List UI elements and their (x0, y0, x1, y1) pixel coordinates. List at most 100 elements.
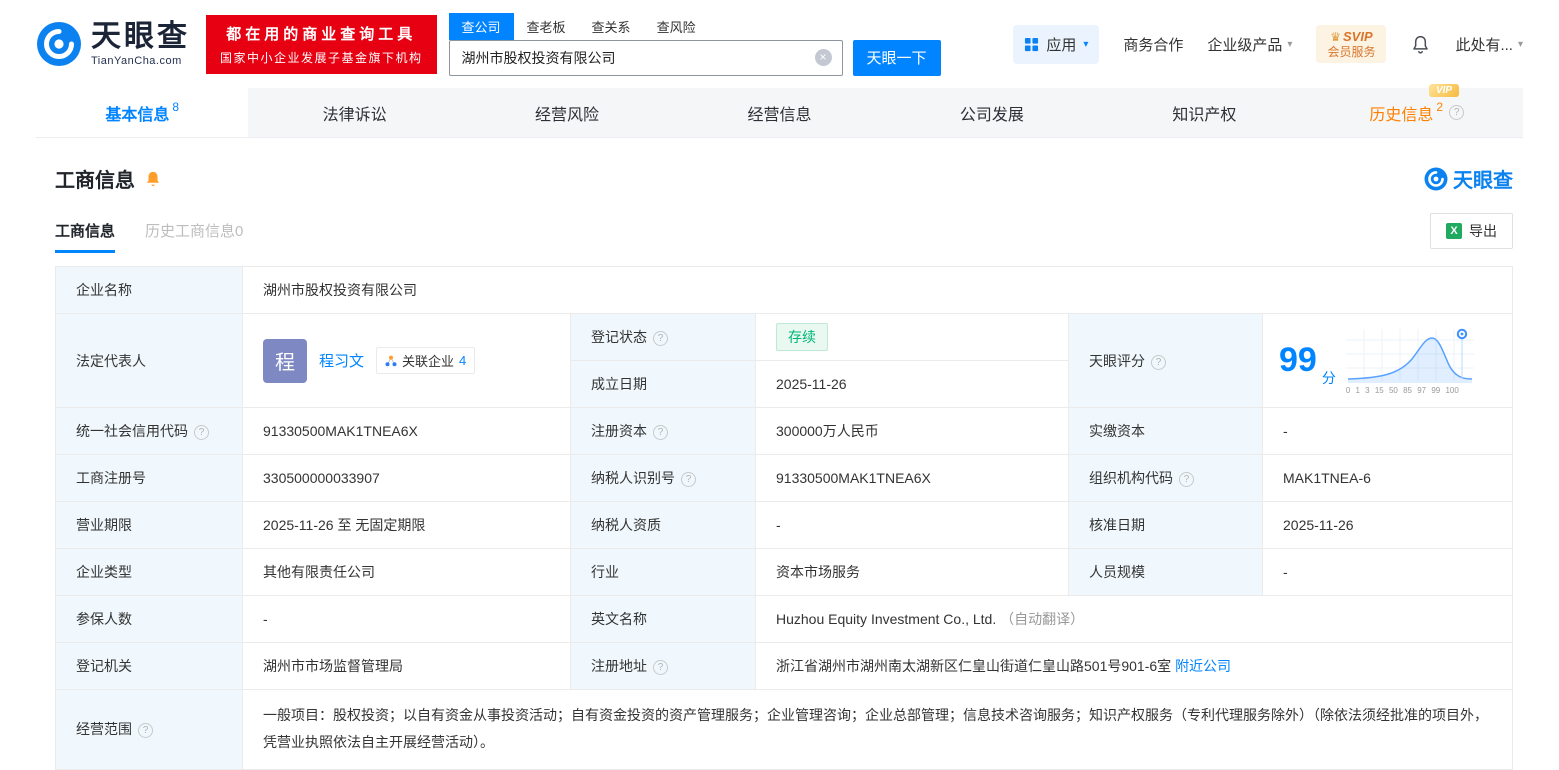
table-row: 法定代表人 程 程习文 关联企业 4 登记状态? 存续 天眼评分? 99 分 0… (55, 313, 1513, 408)
tab-label: 基本信息 (105, 106, 170, 124)
score-unit: 分 (1321, 369, 1336, 386)
field-label: 企业类型 (55, 548, 243, 596)
enterprise-label: 企业级产品 (1207, 36, 1283, 54)
field-label: 企业名称 (55, 266, 243, 314)
help-icon[interactable]: ? (1151, 354, 1166, 370)
field-label: 经营范围? (55, 689, 243, 770)
tab-business-info[interactable]: 经营信息 (673, 88, 885, 137)
field-label: 实缴资本 (1068, 407, 1263, 455)
chevron-down-icon: ▾ (1083, 38, 1089, 50)
notification-bell-icon[interactable] (1410, 34, 1431, 55)
legal-rep-avatar[interactable]: 程 (263, 338, 307, 383)
score-chart: 0 1 3 15 50 85 97 99 100 (1345, 327, 1474, 395)
field-value: - (242, 595, 571, 643)
search-tab-company[interactable]: 查公司 (448, 12, 514, 40)
table-row: 企业名称 湖州市股权投资有限公司 (55, 266, 1513, 314)
search-tabs: 查公司 查老板 查关系 查风险 (448, 12, 941, 40)
field-label: 登记机关 (55, 642, 243, 690)
search-input[interactable] (449, 49, 842, 66)
top-header: 天眼查 TianYanCha.com 都在用的商业查询工具 国家中小企业发展子基… (0, 0, 1559, 88)
help-icon[interactable]: ? (194, 425, 209, 440)
help-icon[interactable]: ? (138, 723, 153, 739)
field-value: Huzhou Equity Investment Co., Ltd. （自动翻译… (755, 595, 1513, 643)
related-count: 4 (459, 353, 467, 368)
tab-intellectual-property[interactable]: 知识产权 (1098, 88, 1310, 137)
subscribe-bell-icon[interactable] (144, 170, 162, 188)
field-label: 注册地址? (570, 642, 756, 690)
help-icon[interactable]: ? (1179, 472, 1194, 487)
subtab-business-info[interactable]: 工商信息 (55, 220, 116, 253)
clear-search-icon[interactable]: × (814, 49, 832, 66)
tab-label: 历史信息 (1369, 106, 1434, 124)
business-info-table: 企业名称 湖州市股权投资有限公司 法定代表人 程 程习文 关联企业 4 登记状态… (55, 266, 1513, 770)
field-value: 2025-11-26 (755, 360, 1069, 408)
help-icon[interactable]: ? (1449, 105, 1465, 120)
field-label: 纳税人识别号? (570, 454, 756, 502)
tab-operational-risk[interactable]: 经营风险 (461, 88, 673, 137)
table-row: 经营范围? 一般项目：股权投资；以自有资金从事投资活动；自有资金投资的资产管理服… (55, 689, 1513, 770)
search-button[interactable]: 天眼一下 (852, 39, 941, 76)
menu-enterprise-products[interactable]: 企业级产品 ▾ (1207, 34, 1292, 55)
field-value: 存续 (755, 313, 1069, 361)
svip-member-button[interactable]: ♛ SVIP 会员服务 (1316, 24, 1387, 64)
promo-line-1: 都在用的商业查询工具 (226, 25, 417, 43)
export-button[interactable]: X 导出 (1430, 213, 1513, 249)
tab-badge: 2 (1436, 99, 1444, 114)
field-value: - (1262, 407, 1513, 455)
tianyancha-logo[interactable]: 天眼查 TianYanCha.com (36, 21, 190, 67)
status-badge: 存续 (776, 323, 828, 351)
table-row: 企业类型 其他有限责任公司 行业 资本市场服务 人员规模 - (55, 548, 1513, 596)
field-label: 工商注册号 (55, 454, 243, 502)
tab-history-info[interactable]: VIP 历史信息 2 ? (1311, 83, 1523, 137)
promo-line-2: 国家中小企业发展子基金旗下机构 (220, 50, 423, 65)
legal-rep-link[interactable]: 程习文 (319, 350, 364, 371)
field-label: 登记状态? (570, 313, 756, 361)
tab-legal-proceedings[interactable]: 法律诉讼 (248, 88, 460, 137)
help-icon[interactable]: ? (653, 660, 668, 675)
tianyancha-watermark-icon (1424, 167, 1448, 190)
help-icon[interactable]: ? (653, 331, 668, 346)
logo-domain: TianYanCha.com (91, 54, 182, 67)
score-cell: 99 分 0 1 3 15 50 85 97 99 100 (1262, 313, 1513, 408)
tab-badge: 8 (172, 99, 180, 114)
field-label: 行业 (570, 548, 756, 596)
field-label: 人员规模 (1068, 548, 1263, 596)
main-content: 工商信息 天眼查 工商信息 历史工商信息0 X 导出 企业名称 湖州市股权投资有… (0, 164, 1559, 770)
field-label: 组织机构代码? (1068, 454, 1263, 502)
field-label: 营业期限 (55, 501, 243, 549)
field-value: - (755, 501, 1069, 549)
apps-menu[interactable]: 应用 ▾ (1013, 24, 1100, 64)
related-label: 关联企业 (402, 354, 455, 369)
search-tab-boss[interactable]: 查老板 (514, 13, 579, 40)
field-value: MAK1TNEA-6 (1262, 454, 1513, 502)
field-value: 其他有限责任公司 (242, 548, 571, 596)
tab-company-development[interactable]: 公司发展 (886, 88, 1098, 137)
help-icon[interactable]: ? (653, 425, 668, 440)
tab-basic-info[interactable]: 基本信息 8 (36, 88, 249, 137)
search-tab-relation[interactable]: 查关系 (579, 13, 644, 40)
help-icon[interactable]: ? (681, 472, 696, 487)
nearby-companies-link[interactable]: 附近公司 (1175, 658, 1231, 674)
search-box: × (448, 39, 843, 76)
apps-label: 应用 (1046, 36, 1077, 54)
field-value: 浙江省湖州市湖州南太湖新区仁皇山街道仁皇山路501号901-6室 附近公司 (755, 642, 1513, 690)
search-tab-risk[interactable]: 查风险 (644, 13, 709, 40)
promo-banner[interactable]: 都在用的商业查询工具 国家中小企业发展子基金旗下机构 (206, 14, 437, 74)
field-label: 参保人数 (55, 595, 243, 643)
excel-icon: X (1446, 223, 1462, 239)
menu-business-cooperation[interactable]: 商务合作 (1123, 34, 1183, 55)
logo-name: 天眼查 (91, 19, 190, 53)
subtab-history-business-info[interactable]: 历史工商信息0 (145, 220, 243, 253)
account-menu[interactable]: 此处有... ▾ (1455, 34, 1523, 55)
export-label: 导出 (1469, 223, 1497, 239)
field-value: 湖州市股权投资有限公司 (242, 266, 1513, 314)
field-value: 2025-11-26 至 无固定期限 (242, 501, 571, 549)
search-area: 查公司 查老板 查关系 查风险 × 天眼一下 (448, 12, 941, 76)
svip-sub-label: 会员服务 (1327, 45, 1376, 60)
field-label: 核准日期 (1068, 501, 1263, 549)
tianyancha-watermark: 天眼查 (1424, 164, 1513, 193)
watermark-brand: 天眼查 (1453, 170, 1513, 192)
related-companies-tag[interactable]: 关联企业 4 (376, 347, 476, 374)
address-text: 浙江省湖州市湖州南太湖新区仁皇山街道仁皇山路501号901-6室 (776, 658, 1172, 674)
field-label: 法定代表人 (55, 313, 243, 408)
